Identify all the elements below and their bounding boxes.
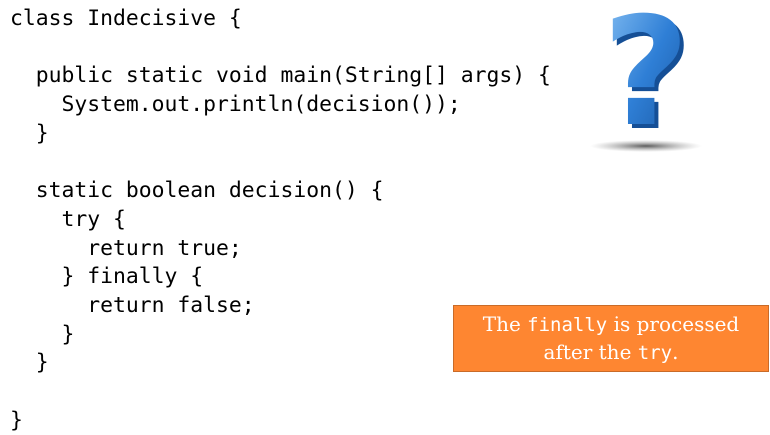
callout-text: .	[672, 339, 679, 364]
code-line: return true;	[10, 235, 242, 261]
callout-text: after the	[543, 339, 638, 364]
code-line: } finally {	[10, 264, 204, 290]
code-line: }	[10, 407, 23, 433]
svg-text:?: ?	[602, 0, 689, 160]
code-line: public static void main(String[] args) {	[10, 63, 551, 89]
callout-text: is processed	[607, 311, 740, 336]
callout-code-finally: finally	[527, 313, 608, 336]
callout-text: The	[482, 311, 528, 336]
code-line: class Indecisive {	[10, 6, 242, 31]
callout-box: The finally is processed after the try.	[453, 305, 769, 372]
code-line: static boolean decision() {	[10, 178, 384, 204]
code-line: System.out.println(decision());	[10, 92, 461, 118]
callout-line-2: after the try.	[454, 339, 768, 367]
code-line: }	[10, 120, 49, 146]
callout-code-try: try	[637, 341, 673, 364]
question-mark-icon: ? ?	[590, 0, 702, 160]
callout-line-1: The finally is processed	[454, 311, 768, 339]
code-line: try {	[10, 206, 126, 232]
